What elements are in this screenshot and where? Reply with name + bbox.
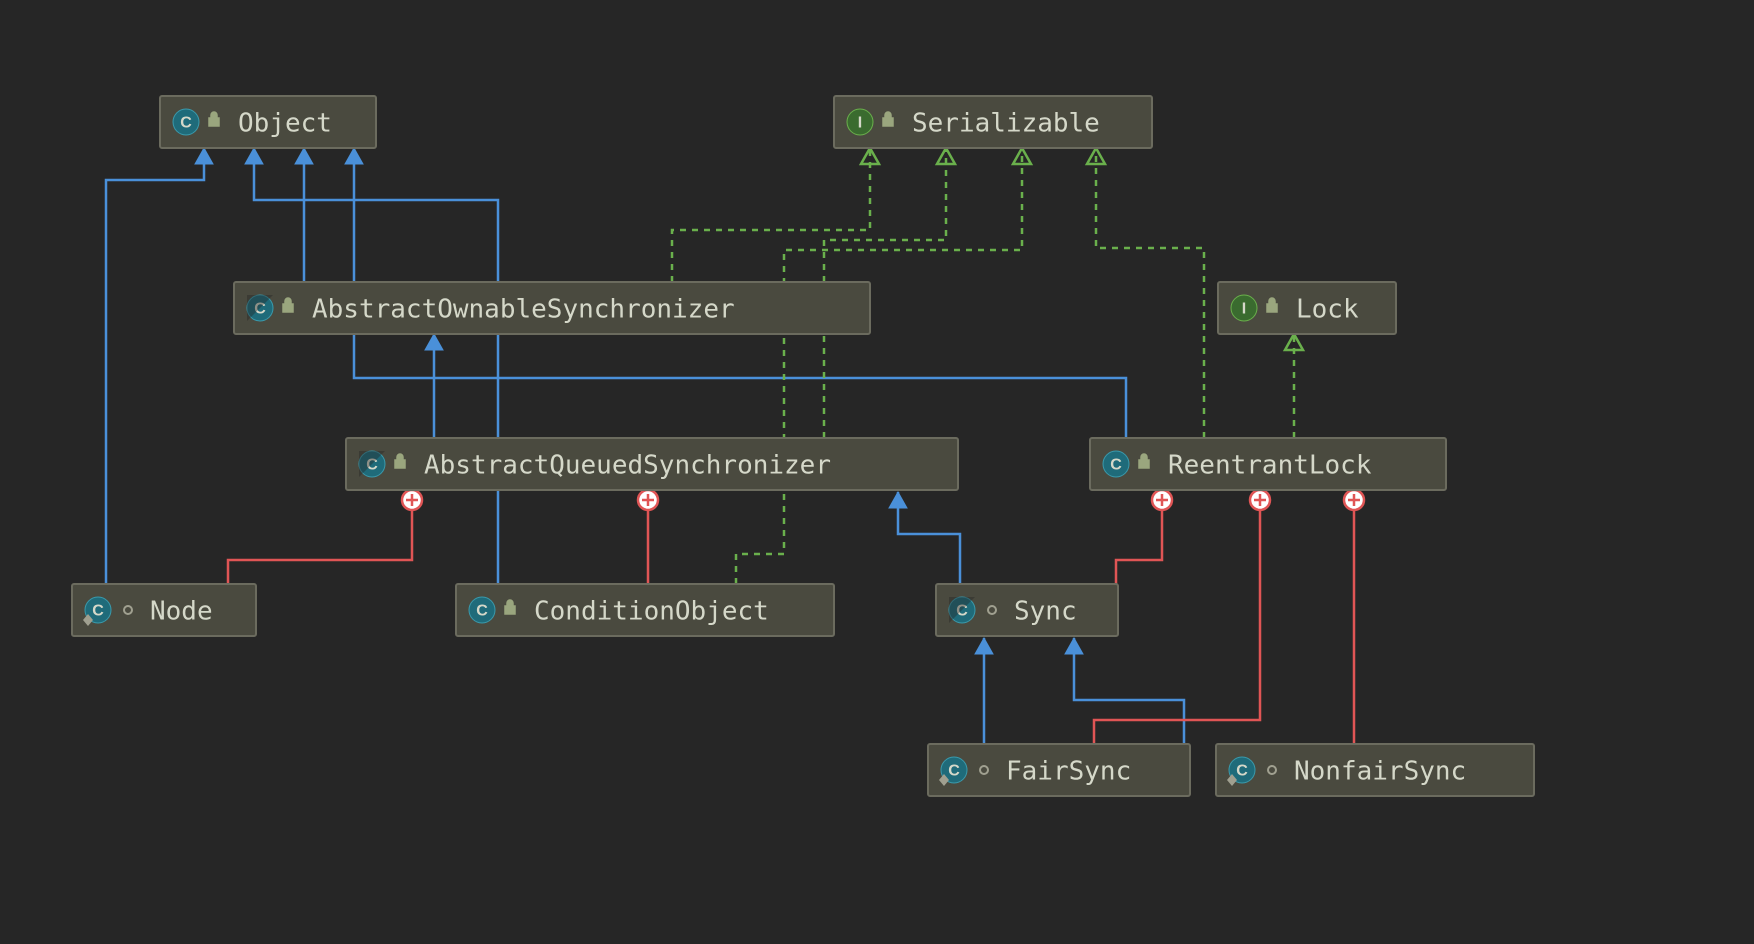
interface-label: Lock [1296, 295, 1359, 325]
public-icon [883, 112, 893, 126]
public-icon [395, 454, 405, 468]
public-icon [1139, 454, 1149, 468]
class-label: NonfairSync [1294, 757, 1466, 787]
class-node-reentrantlock[interactable]: ReentrantLock [1090, 438, 1446, 490]
class-label: AbstractQueuedSynchronizer [424, 451, 831, 481]
edge-sync-inner-reentrantlock [1116, 500, 1162, 584]
abstract-class-icon [359, 451, 385, 477]
interface-node-lock[interactable]: Lock [1218, 282, 1396, 334]
class-label: ReentrantLock [1168, 451, 1372, 481]
abstract-class-icon [949, 597, 975, 623]
interface-label: Serializable [912, 109, 1100, 139]
class-node-node[interactable]: Node [72, 584, 256, 636]
class-label: AbstractOwnableSynchronizer [312, 295, 735, 325]
public-icon [209, 112, 219, 126]
class-node-conditionobject[interactable]: ConditionObject [456, 584, 834, 636]
class-node-nonfairsync[interactable]: NonfairSync [1216, 744, 1534, 796]
edge-nonfairsync-extends-sync [1074, 638, 1184, 744]
public-icon [1267, 298, 1277, 312]
class-label: FairSync [1006, 757, 1131, 787]
edge-conditionobject-extends-object [254, 148, 498, 584]
class-label: Sync [1014, 597, 1077, 627]
class-label: Object [238, 109, 332, 139]
class-hierarchy-diagram: C I [0, 0, 1754, 944]
edge-node-inner-aqs [228, 500, 412, 584]
edge-node-extends-object [106, 148, 204, 584]
class-label: ConditionObject [534, 597, 769, 627]
class-node-object[interactable]: Object [160, 96, 376, 148]
class-node-sync[interactable]: Sync [936, 584, 1118, 636]
class-node-abstractownablesynchronizer[interactable]: AbstractOwnableSynchronizer [234, 282, 870, 334]
edge-conditionobject-implements-serializable [736, 148, 1022, 584]
edge-aos-implements-serializable [672, 148, 870, 282]
abstract-class-icon [247, 295, 273, 321]
public-icon [283, 298, 293, 312]
interface-icon [1231, 295, 1257, 321]
interface-node-serializable[interactable]: Serializable [834, 96, 1152, 148]
class-icon [1103, 451, 1129, 477]
class-node-abstractqueuedsynchronizer[interactable]: AbstractQueuedSynchronizer [346, 438, 958, 490]
class-node-fairsync[interactable]: FairSync [928, 744, 1190, 796]
class-icon [173, 109, 199, 135]
edge-reentrantlock-implements-serializable [1096, 148, 1204, 438]
class-label: Node [150, 597, 213, 627]
class-icon [469, 597, 495, 623]
edge-sync-extends-aqs [898, 492, 960, 584]
public-icon [505, 600, 515, 614]
interface-icon [847, 109, 873, 135]
